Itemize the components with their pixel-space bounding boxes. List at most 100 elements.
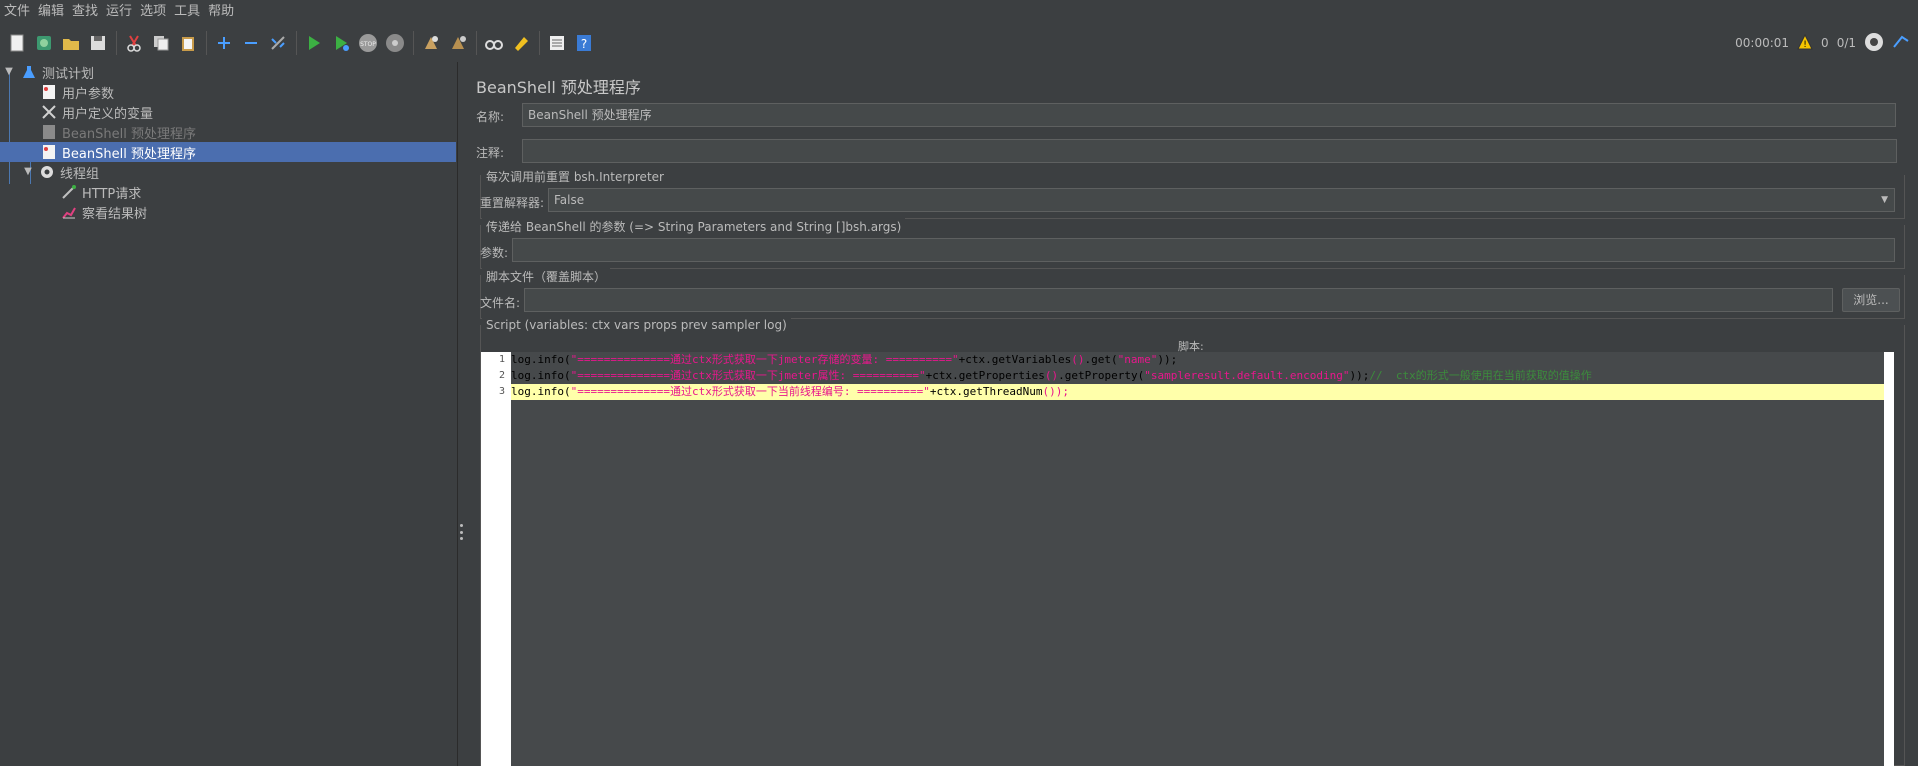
- templates-icon[interactable]: [33, 32, 55, 54]
- svg-text:STOP: STOP: [360, 41, 376, 48]
- toolbar-separator: [296, 31, 297, 55]
- start-no-pause-icon[interactable]: [330, 32, 352, 54]
- expand-icon[interactable]: [213, 32, 235, 54]
- file-group-title: 脚本文件（覆盖脚本）: [482, 268, 611, 285]
- warning-icon[interactable]: !: [1797, 33, 1813, 53]
- code-token: ());: [1042, 385, 1070, 398]
- chevron-down-icon[interactable]: ▼: [3, 66, 15, 78]
- code-line-2: log.info("==============通过ctx形式获取一下jmete…: [511, 368, 1894, 384]
- menu-run[interactable]: 运行: [104, 0, 138, 24]
- tree-item-view-results-tree[interactable]: 察看结果树: [60, 202, 147, 222]
- shutdown-icon[interactable]: [384, 32, 406, 54]
- function-helper-icon[interactable]: [546, 32, 568, 54]
- preprocessor-disabled-icon: [40, 123, 58, 141]
- toolbar-separator: [413, 31, 414, 55]
- tree-item-user-params[interactable]: 用户参数: [40, 82, 114, 102]
- chevron-down-icon[interactable]: ▼: [22, 166, 34, 178]
- script-editor[interactable]: 1 2 3 log.info("==============通过ctx形式获取一…: [481, 352, 1894, 766]
- code-string: "name": [1117, 353, 1158, 366]
- toolbar-separator: [539, 31, 540, 55]
- panel-splitter[interactable]: [458, 62, 464, 766]
- toolbar-separator: [476, 31, 477, 55]
- clear-all-icon[interactable]: [447, 32, 469, 54]
- paste-icon[interactable]: [177, 32, 199, 54]
- browse-button[interactable]: 浏览...: [1842, 288, 1900, 312]
- menu-search[interactable]: 查找: [70, 0, 104, 24]
- cut-icon[interactable]: [123, 32, 145, 54]
- wrench-icon: [40, 103, 58, 121]
- stop-icon[interactable]: STOP: [357, 32, 379, 54]
- reset-search-icon[interactable]: [510, 32, 532, 54]
- menu-edit[interactable]: 编辑: [36, 0, 70, 24]
- tree-root-test-plan[interactable]: 测试计划: [20, 62, 94, 82]
- tree-item-beanshell-disabled[interactable]: BeanShell 预处理程序: [40, 122, 196, 142]
- collapse-icon[interactable]: [240, 32, 262, 54]
- name-field[interactable]: BeanShell 预处理程序: [522, 103, 1896, 127]
- tree-label: BeanShell 预处理程序: [62, 126, 196, 142]
- code-token: ));: [1157, 353, 1178, 366]
- clear-icon[interactable]: [420, 32, 442, 54]
- code-token: +ctx.getVariables: [958, 353, 1072, 366]
- code-area[interactable]: log.info("==============通过ctx形式获取一下jmete…: [511, 352, 1894, 766]
- save-icon[interactable]: [87, 32, 109, 54]
- menu-options[interactable]: 选项: [138, 0, 172, 24]
- code-line-1: log.info("==============通过ctx形式获取一下jmete…: [511, 352, 1894, 368]
- svg-text:!: !: [1803, 40, 1807, 50]
- elapsed-time: 00:00:01: [1735, 36, 1790, 50]
- pipette-icon: [60, 183, 78, 201]
- code-token: +ctx.getProperties: [925, 369, 1045, 382]
- toolbar-separator: [206, 31, 207, 55]
- tree-item-user-defined-vars[interactable]: 用户定义的变量: [40, 102, 153, 122]
- reset-select[interactable]: False ▼: [548, 188, 1895, 212]
- start-icon[interactable]: [303, 32, 325, 54]
- code-token: ));: [1349, 369, 1370, 382]
- tree-label: 用户参数: [62, 86, 115, 102]
- code-comment: // ctx的形式一般使用在当前获取的值操作: [1369, 369, 1592, 382]
- remote-icon[interactable]: [1864, 32, 1884, 55]
- chevron-down-icon: ▼: [1881, 195, 1888, 205]
- code-string: "==============通过ctx形式获取一下jmeter存储的变量: =…: [570, 353, 959, 366]
- params-label: 参数:: [480, 246, 509, 260]
- line-gutter: 1 2 3: [481, 352, 511, 766]
- tree-guide-line: [9, 72, 10, 184]
- code-token: log.info(: [511, 385, 571, 398]
- tree-label: HTTP请求: [82, 186, 142, 202]
- search-icon[interactable]: [483, 32, 505, 54]
- tree-item-http-request[interactable]: HTTP请求: [60, 182, 141, 202]
- params-group-title: 传递给 BeanShell 的参数 (=> String Parameters …: [482, 218, 906, 235]
- file-field[interactable]: [524, 288, 1833, 312]
- tree-label: BeanShell 预处理程序: [62, 146, 196, 162]
- preprocessor-icon: [40, 143, 58, 161]
- params-field[interactable]: [512, 238, 1895, 262]
- reset-select-value: False: [554, 193, 585, 207]
- new-icon[interactable]: [6, 32, 28, 54]
- warning-count: 0: [1821, 36, 1829, 50]
- code-string: "==============通过ctx形式获取一下jmeter属性: ====…: [570, 369, 926, 382]
- splitter-grip-icon[interactable]: [459, 524, 463, 540]
- tree-item-beanshell-selected[interactable]: BeanShell 预处理程序: [0, 142, 456, 162]
- tree-label: 线程组: [60, 166, 100, 182]
- tree-item-thread-group[interactable]: 线程组: [38, 162, 99, 182]
- code-token: .get(: [1084, 353, 1118, 366]
- menu-help[interactable]: 帮助: [206, 0, 240, 24]
- editor-scrollbar[interactable]: [1884, 352, 1894, 766]
- menu-file[interactable]: 文件: [2, 0, 36, 24]
- toolbar: STOP ?: [0, 26, 1918, 60]
- file-label: 文件名:: [480, 296, 521, 310]
- chart-icon: [60, 203, 78, 221]
- toggle-icon[interactable]: [267, 32, 289, 54]
- code-string: "==============通过ctx形式获取一下当前线程编号: ======…: [570, 385, 930, 398]
- open-icon[interactable]: [60, 32, 82, 54]
- comment-field[interactable]: [522, 139, 1897, 163]
- test-plan-tree: ▼ 测试计划 用户参数 用户定义的变量 BeanShell 预处理程序 Bean…: [0, 62, 458, 766]
- reset-group-title: 每次调用前重置 bsh.Interpreter: [482, 168, 668, 185]
- code-token: (): [1044, 369, 1059, 382]
- tree-label: 用户定义的变量: [62, 106, 154, 122]
- code-token: log.info(: [511, 353, 571, 366]
- menu-tools[interactable]: 工具: [172, 0, 206, 24]
- log-icon[interactable]: [1892, 33, 1910, 54]
- copy-icon[interactable]: [150, 32, 172, 54]
- help-icon[interactable]: ?: [573, 32, 595, 54]
- flask-icon: [20, 63, 38, 81]
- code-token: .getProperty(: [1058, 369, 1145, 382]
